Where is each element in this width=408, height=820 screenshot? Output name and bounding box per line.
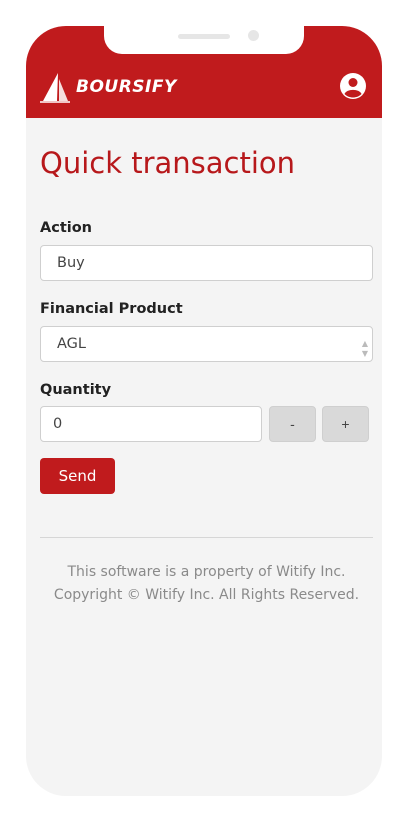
phone-notch [104,26,304,54]
quantity-increment-button[interactable]: + [322,406,369,442]
speaker-grille [178,34,230,39]
action-select-value: Buy [57,255,85,271]
footer-line-property: This software is a property of Witify In… [67,564,346,580]
sail-logo-icon [40,73,70,103]
page-title: Quick transaction [40,146,296,180]
footer-divider [40,537,373,538]
action-label: Action [40,220,93,236]
financial-product-select[interactable]: AGL ▲ ▼ [40,326,373,362]
financial-product-label: Financial Product [40,301,183,317]
footer-text: This software is a property of Witify In… [40,561,373,607]
front-camera [248,30,259,41]
financial-product-select-value: AGL [57,336,86,352]
quantity-label: Quantity [40,382,112,398]
send-button[interactable]: Send [40,458,115,494]
action-select[interactable]: Buy [40,245,373,281]
app-header: BOURSIFY [26,26,382,118]
quantity-decrement-button[interactable]: - [269,406,316,442]
footer-line-copyright: Copyright © Witify Inc. All Rights Reser… [53,587,360,603]
phone-frame: BOURSIFY Quick transaction Action Buy Fi… [26,26,382,796]
brand-name: BOURSIFY [76,77,177,97]
quantity-input[interactable]: 0 [40,406,262,442]
quantity-input-value: 0 [53,416,63,432]
select-arrows-icon: ▲ ▼ [361,339,368,358]
account-circle-icon[interactable] [339,72,367,100]
brand-logo[interactable]: BOURSIFY [40,70,177,104]
